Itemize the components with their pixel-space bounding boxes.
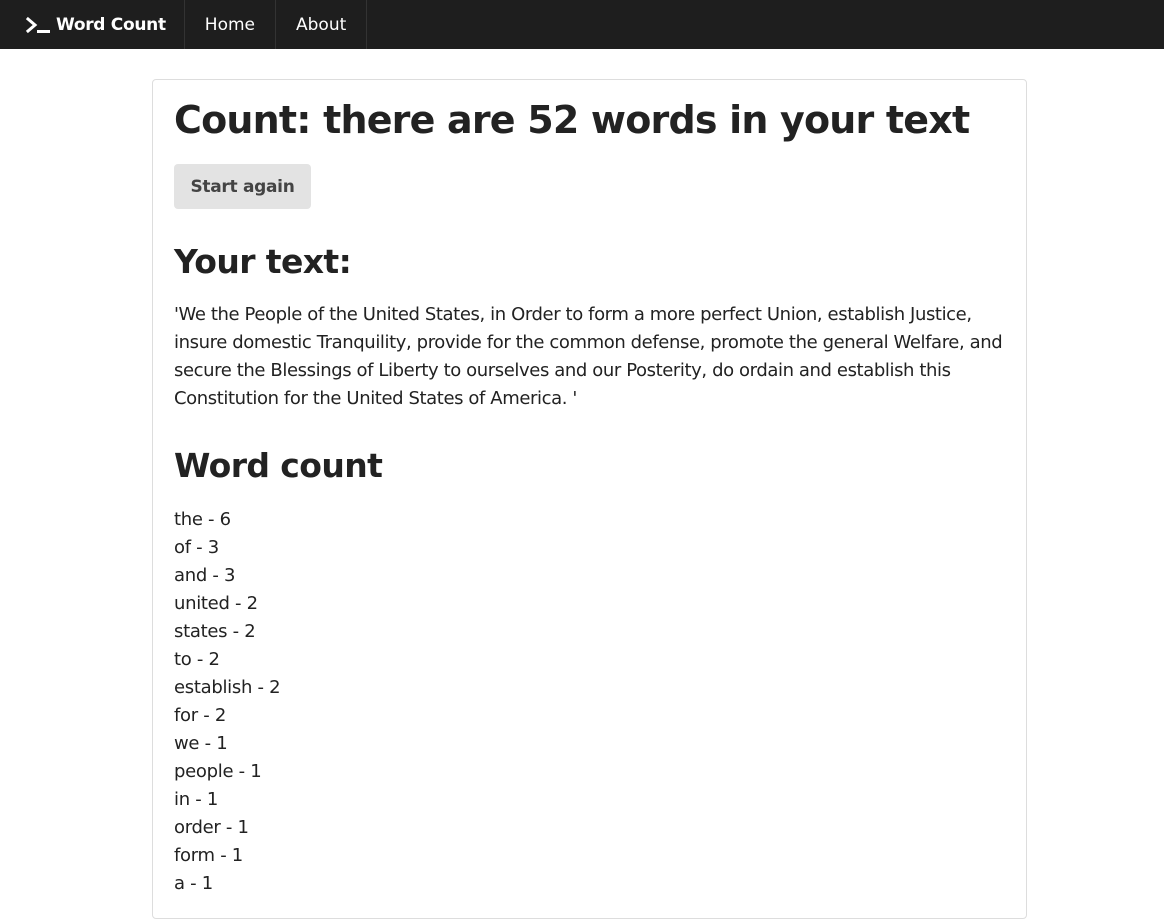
start-again-button[interactable]: Start again [174,164,311,209]
word-count-heading: Word count [174,446,383,485]
list-item: people - 1 [174,761,262,782]
list-item: in - 1 [174,789,218,810]
list-item: we - 1 [174,733,228,754]
terminal-prompt-icon [26,15,52,35]
list-item: the - 6 [174,509,231,530]
your-text-body: 'We the People of the United States, in … [174,304,1003,409]
your-text-heading: Your text: [174,242,352,281]
list-item: and - 3 [174,565,236,586]
list-item: a - 1 [174,873,213,894]
brand-link[interactable]: Word Count [0,0,185,49]
list-item: to - 2 [174,649,220,670]
word-count-list: the - 6 of - 3 and - 3 united - 2 states… [174,506,281,898]
nav-link-home[interactable]: Home [185,0,276,49]
result-panel: Count: there are 52 words in your text S… [152,79,1027,919]
list-item: establish - 2 [174,677,281,698]
list-item: united - 2 [174,593,258,614]
nav-link-home-label: Home [204,14,255,35]
list-item: form - 1 [174,845,243,866]
list-item: states - 2 [174,621,256,642]
nav-link-about[interactable]: About [276,0,368,49]
top-navbar: Word Count Home About [0,0,1164,49]
list-item: order - 1 [174,817,249,838]
page-title: Count: there are 52 words in your text [174,98,970,142]
brand-label: Word Count [56,14,166,35]
list-item: of - 3 [174,537,219,558]
list-item: for - 2 [174,705,227,726]
nav-link-about-label: About [296,14,347,35]
